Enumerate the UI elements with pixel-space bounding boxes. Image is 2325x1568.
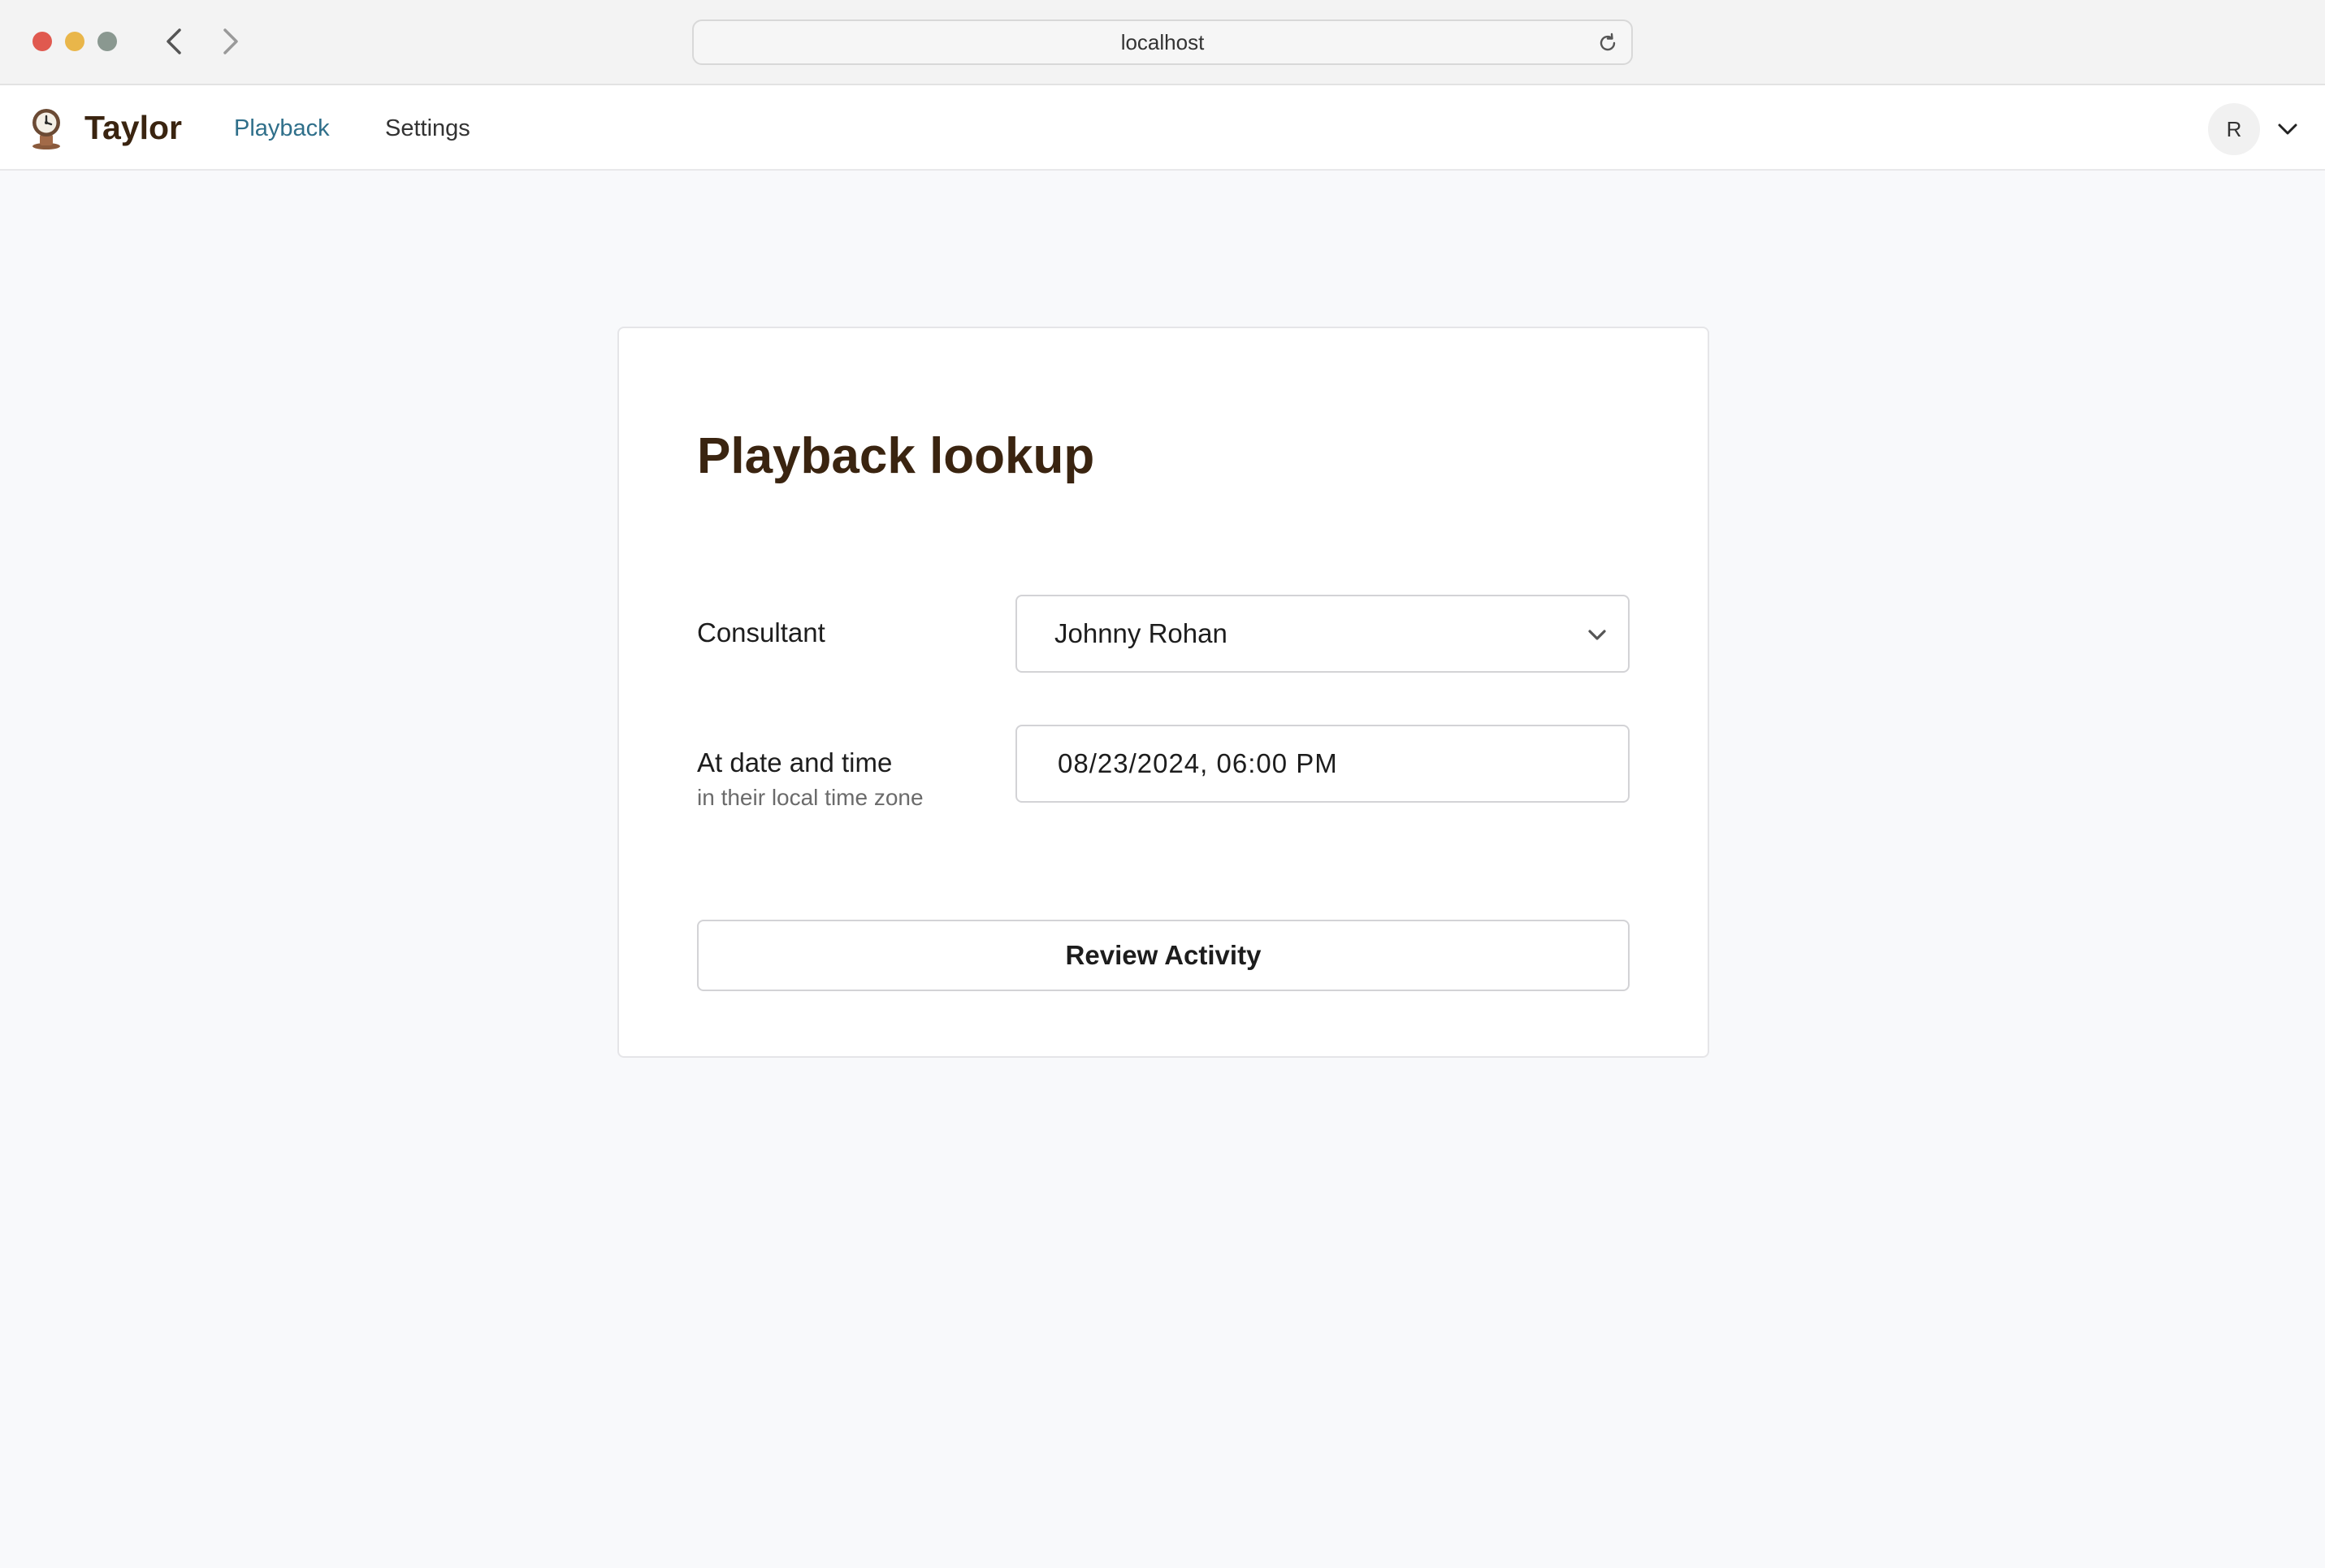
back-arrow-icon[interactable] [158, 23, 190, 60]
page-title: Playback lookup [697, 428, 1095, 484]
datetime-sublabel: in their local time zone [697, 785, 924, 810]
consultant-label: Consultant [697, 617, 825, 648]
window-maximize-button[interactable] [97, 32, 117, 51]
review-activity-button[interactable]: Review Activity [697, 920, 1630, 991]
app-header: Taylor Playback Settings R [0, 85, 2325, 171]
reload-icon[interactable] [1595, 31, 1620, 55]
forward-arrow-icon[interactable] [214, 23, 247, 60]
brand-name[interactable]: Taylor [84, 105, 182, 150]
nav-settings[interactable]: Settings [385, 110, 470, 147]
chevron-down-icon [1582, 621, 1612, 650]
datetime-label: At date and time [697, 747, 893, 778]
datetime-input[interactable] [1015, 725, 1630, 803]
avatar[interactable]: R [2208, 103, 2260, 155]
window-close-button[interactable] [32, 32, 52, 51]
browser-toolbar: localhost [0, 0, 2325, 85]
consultant-select[interactable]: Johnny Rohan [1015, 595, 1630, 673]
address-url: localhost [1120, 29, 1205, 54]
nav-playback[interactable]: Playback [234, 110, 330, 147]
playback-lookup-card: Playback lookup Consultant Johnny Rohan … [617, 327, 1709, 1058]
chevron-down-icon[interactable] [2273, 115, 2302, 144]
logo-icon[interactable] [28, 105, 65, 150]
consultant-selected-value: Johnny Rohan [1054, 618, 1227, 648]
address-bar[interactable]: localhost [692, 19, 1633, 65]
window-minimize-button[interactable] [65, 32, 84, 51]
